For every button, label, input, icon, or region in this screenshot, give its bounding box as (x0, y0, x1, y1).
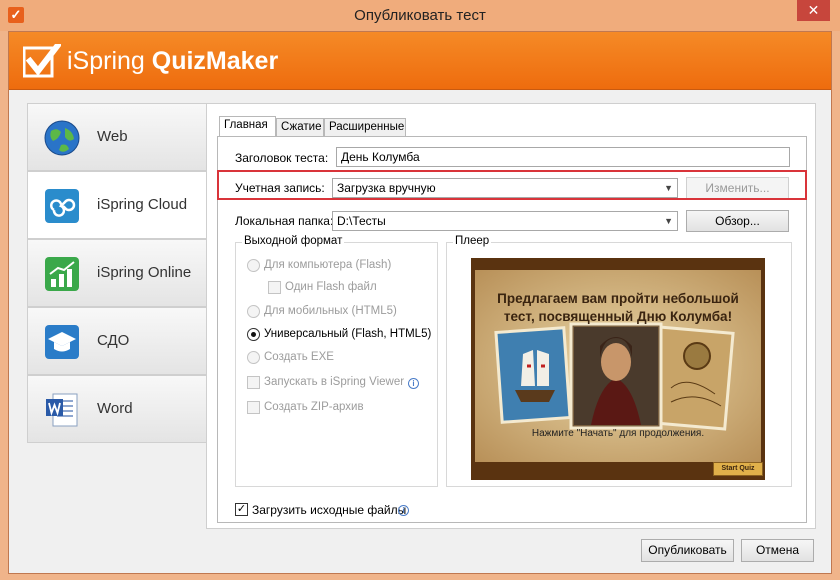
brand-name: iSpring QuizMaker (67, 47, 279, 75)
account-highlight-frame (217, 170, 807, 200)
tab-main[interactable]: Главная (219, 116, 276, 138)
universal-radio[interactable] (247, 328, 260, 341)
info-icon[interactable]: i (398, 505, 409, 516)
local-folder-label: Локальная папка: (235, 214, 334, 228)
close-button[interactable]: ✕ (797, 0, 830, 21)
zip-archive-label: Создать ZIP-архив (264, 401, 364, 413)
chevron-down-icon: ▼ (664, 216, 673, 226)
sidebar-item-label: СДО (97, 332, 130, 349)
ispring-viewer-label: Запускать в iSpring Viewer (264, 376, 405, 388)
slide-title: Предлагаем вам пройти небольшой тест, по… (497, 291, 739, 324)
quiz-title-field[interactable]: День Колумба (336, 147, 790, 167)
publish-dialog: iSpring QuizMaker Web iSpring Cloud iSpr… (8, 31, 832, 574)
globe-icon (44, 120, 80, 156)
graduation-cap-icon (45, 325, 79, 359)
mobile-html5-label: Для мобильных (HTML5) (264, 305, 397, 317)
word-document-icon (46, 393, 78, 427)
settings-panel: Главная Сжатие Расширенные Заголовок тес… (206, 103, 816, 529)
sidebar-item-word[interactable]: Word (27, 375, 207, 443)
player-preview: Предлагаем вам пройти небольшой тест, по… (471, 258, 765, 480)
ispring-viewer-checkbox[interactable] (247, 376, 260, 389)
exe-label: Создать EXE (264, 351, 334, 363)
sidebar-item-label: Word (97, 400, 133, 417)
chart-icon (45, 257, 79, 291)
cancel-button[interactable]: Отмена (741, 539, 814, 562)
cloud-icon (45, 189, 79, 223)
sidebar-item-lms[interactable]: СДО (27, 307, 207, 375)
player-title: Плеер (453, 235, 492, 247)
upload-sources-label: Загрузить исходные файлы (252, 503, 407, 517)
quiz-title-label: Заголовок теста: (235, 151, 329, 165)
info-icon[interactable]: i (408, 378, 419, 389)
output-format-group: Выходной формат Для компьютера (Flash) О… (235, 235, 438, 487)
sidebar-item-label: iSpring Online (97, 264, 192, 281)
local-folder-select[interactable]: D:\Тесты ▼ (332, 211, 678, 231)
title-bar: ✓ Опубликовать тест ✕ (0, 0, 840, 31)
output-format-title: Выходной формат (242, 235, 345, 247)
sidebar-item-label: Web (97, 128, 128, 145)
tab-compression[interactable]: Сжатие (276, 118, 324, 137)
zip-archive-checkbox[interactable] (247, 401, 260, 414)
sidebar-item-web[interactable]: Web (27, 103, 207, 171)
desktop-flash-radio[interactable] (247, 259, 260, 272)
slide-preview: Предлагаем вам пройти небольшой тест, по… (475, 270, 761, 462)
start-quiz-button[interactable]: Start Quiz (713, 462, 763, 476)
universal-label: Универсальный (Flash, HTML5) (264, 328, 432, 340)
mobile-html5-radio[interactable] (247, 305, 260, 318)
one-flash-file-checkbox[interactable] (268, 281, 281, 294)
publish-button[interactable]: Опубликовать (641, 539, 734, 562)
upload-sources-checkbox[interactable]: ✓ (235, 503, 248, 516)
brand-banner: iSpring QuizMaker (9, 32, 831, 90)
browse-button[interactable]: Обзор... (686, 210, 789, 232)
ispring-logo-icon (23, 44, 61, 78)
local-folder-value: D:\Тесты (337, 214, 386, 228)
sidebar-item-ispring-online[interactable]: iSpring Online (27, 239, 207, 307)
desktop-flash-label: Для компьютера (Flash) (264, 259, 392, 271)
sidebar-item-label: iSpring Cloud (97, 196, 188, 213)
exe-radio[interactable] (247, 351, 260, 364)
sidebar-item-ispring-cloud[interactable]: iSpring Cloud (27, 171, 208, 239)
slide-subtitle: Нажмите "Начать" для продолжения. (531, 428, 705, 439)
tab-advanced[interactable]: Расширенные (324, 118, 406, 137)
window-title: Опубликовать тест (354, 7, 486, 24)
one-flash-file-label: Один Flash файл (285, 281, 377, 293)
